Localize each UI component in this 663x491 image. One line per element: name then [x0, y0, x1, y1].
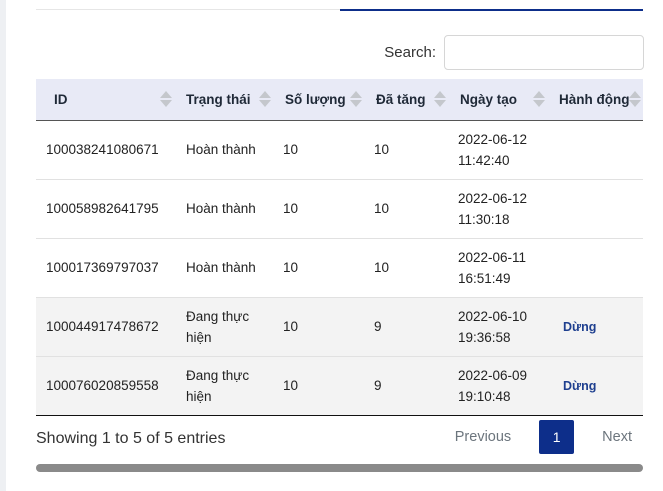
cell-time: 19:36:58 [458, 329, 511, 345]
cell-action [547, 120, 643, 179]
cell-action [547, 238, 643, 297]
cell-created-date: 2022-06-12 11:30:18 [448, 179, 547, 238]
cell-time: 11:30:18 [458, 211, 510, 227]
cell-date: 2022-06-11 [458, 249, 527, 265]
search-input[interactable] [444, 35, 644, 70]
cell-action: Dừng [547, 297, 643, 356]
cell-increased: 10 [374, 260, 390, 275]
column-header-label: ID [54, 91, 68, 107]
cell-increased: 10 [374, 142, 390, 157]
cell-created-date: 2022-06-10 19:36:58 [448, 297, 547, 356]
column-header-id[interactable]: ID [36, 79, 174, 121]
table-header-row: ID Trạng thái Số lượng Đã tăng Ngày tạo … [36, 79, 643, 121]
cell-status: Đang thực hiện [186, 367, 250, 404]
entries-info: Showing 1 to 5 of 5 entries [36, 430, 226, 447]
sort-icon[interactable] [434, 91, 446, 108]
column-header-increased[interactable]: Đã tăng [364, 79, 448, 121]
cell-quantity: 10 [283, 378, 299, 393]
cell-time: 16:51:49 [458, 270, 511, 286]
cell-quantity: 10 [283, 142, 299, 157]
horizontal-scrollbar[interactable] [36, 464, 643, 472]
cell-date: 2022-06-10 [458, 308, 528, 324]
cell-quantity: 10 [283, 260, 299, 275]
column-header-label: Trạng thái [186, 91, 251, 107]
cell-id: 100076020859558 [46, 378, 159, 393]
column-header-action[interactable]: Hành động [547, 79, 643, 121]
sort-icon[interactable] [160, 91, 172, 108]
cell-date: 2022-06-12 [458, 190, 528, 206]
table-row: 100044917478672 Đang thực hiện 10 9 2022… [36, 297, 643, 356]
table-row: 100076020859558 Đang thực hiện 10 9 2022… [36, 356, 643, 415]
cell-time: 11:42:40 [458, 152, 510, 168]
column-header-label: Hành động [559, 91, 630, 107]
sort-icon[interactable] [629, 91, 641, 108]
sort-icon[interactable] [350, 91, 362, 108]
column-header-label: Số lượng [285, 91, 346, 107]
cell-quantity: 10 [283, 201, 299, 216]
page-1-button[interactable]: 1 [539, 420, 575, 454]
cell-status: Hoàn thành [186, 260, 256, 275]
column-header-status[interactable]: Trạng thái [174, 79, 273, 121]
sort-icon[interactable] [533, 91, 545, 108]
cell-time: 19:10:48 [458, 388, 511, 404]
cell-action [547, 179, 643, 238]
cell-increased: 10 [374, 201, 390, 216]
column-header-label: Đã tăng [376, 91, 426, 107]
page: Search: ID Trạng thái Số lượng Đã tăng N… [0, 0, 663, 491]
left-gutter [0, 0, 6, 491]
cell-increased: 9 [374, 378, 382, 393]
cell-action: Dừng [547, 356, 643, 415]
cell-id: 100044917478672 [46, 319, 159, 334]
column-header-quantity[interactable]: Số lượng [273, 79, 364, 121]
cell-status: Hoàn thành [186, 142, 256, 157]
cell-increased: 9 [374, 319, 382, 334]
table-row: 100058982641795 Hoàn thành 10 10 2022-06… [36, 179, 643, 238]
cell-id: 100017369797037 [46, 260, 159, 275]
stop-button[interactable]: Dừng [563, 379, 596, 393]
column-header-created-date[interactable]: Ngày tạo [448, 79, 547, 121]
previous-page-button[interactable]: Previous [443, 420, 523, 454]
cell-created-date: 2022-06-12 11:42:40 [448, 120, 547, 179]
cell-created-date: 2022-06-09 19:10:48 [448, 356, 547, 415]
table-row: 100017369797037 Hoàn thành 10 10 2022-06… [36, 238, 643, 297]
table-row: 100038241080671 Hoàn thành 10 10 2022-06… [36, 120, 643, 179]
cell-status: Hoàn thành [186, 201, 256, 216]
cell-date: 2022-06-09 [458, 367, 528, 383]
cell-created-date: 2022-06-11 16:51:49 [448, 238, 547, 297]
cell-status: Đang thực hiện [186, 308, 250, 345]
pagination: Previous 1 Next [443, 420, 644, 454]
search-label: Search: [384, 44, 436, 61]
cell-id: 100058982641795 [46, 201, 159, 216]
active-tab-indicator [340, 9, 643, 11]
next-page-button[interactable]: Next [590, 420, 644, 454]
orders-table: ID Trạng thái Số lượng Đã tăng Ngày tạo … [36, 79, 643, 416]
cell-quantity: 10 [283, 319, 299, 334]
cell-id: 100038241080671 [46, 142, 159, 157]
stop-button[interactable]: Dừng [563, 320, 596, 334]
cell-date: 2022-06-12 [458, 131, 528, 147]
column-header-label: Ngày tạo [460, 91, 518, 107]
tab-divider [36, 9, 340, 10]
sort-icon[interactable] [259, 91, 271, 108]
search-bar: Search: [384, 35, 644, 70]
